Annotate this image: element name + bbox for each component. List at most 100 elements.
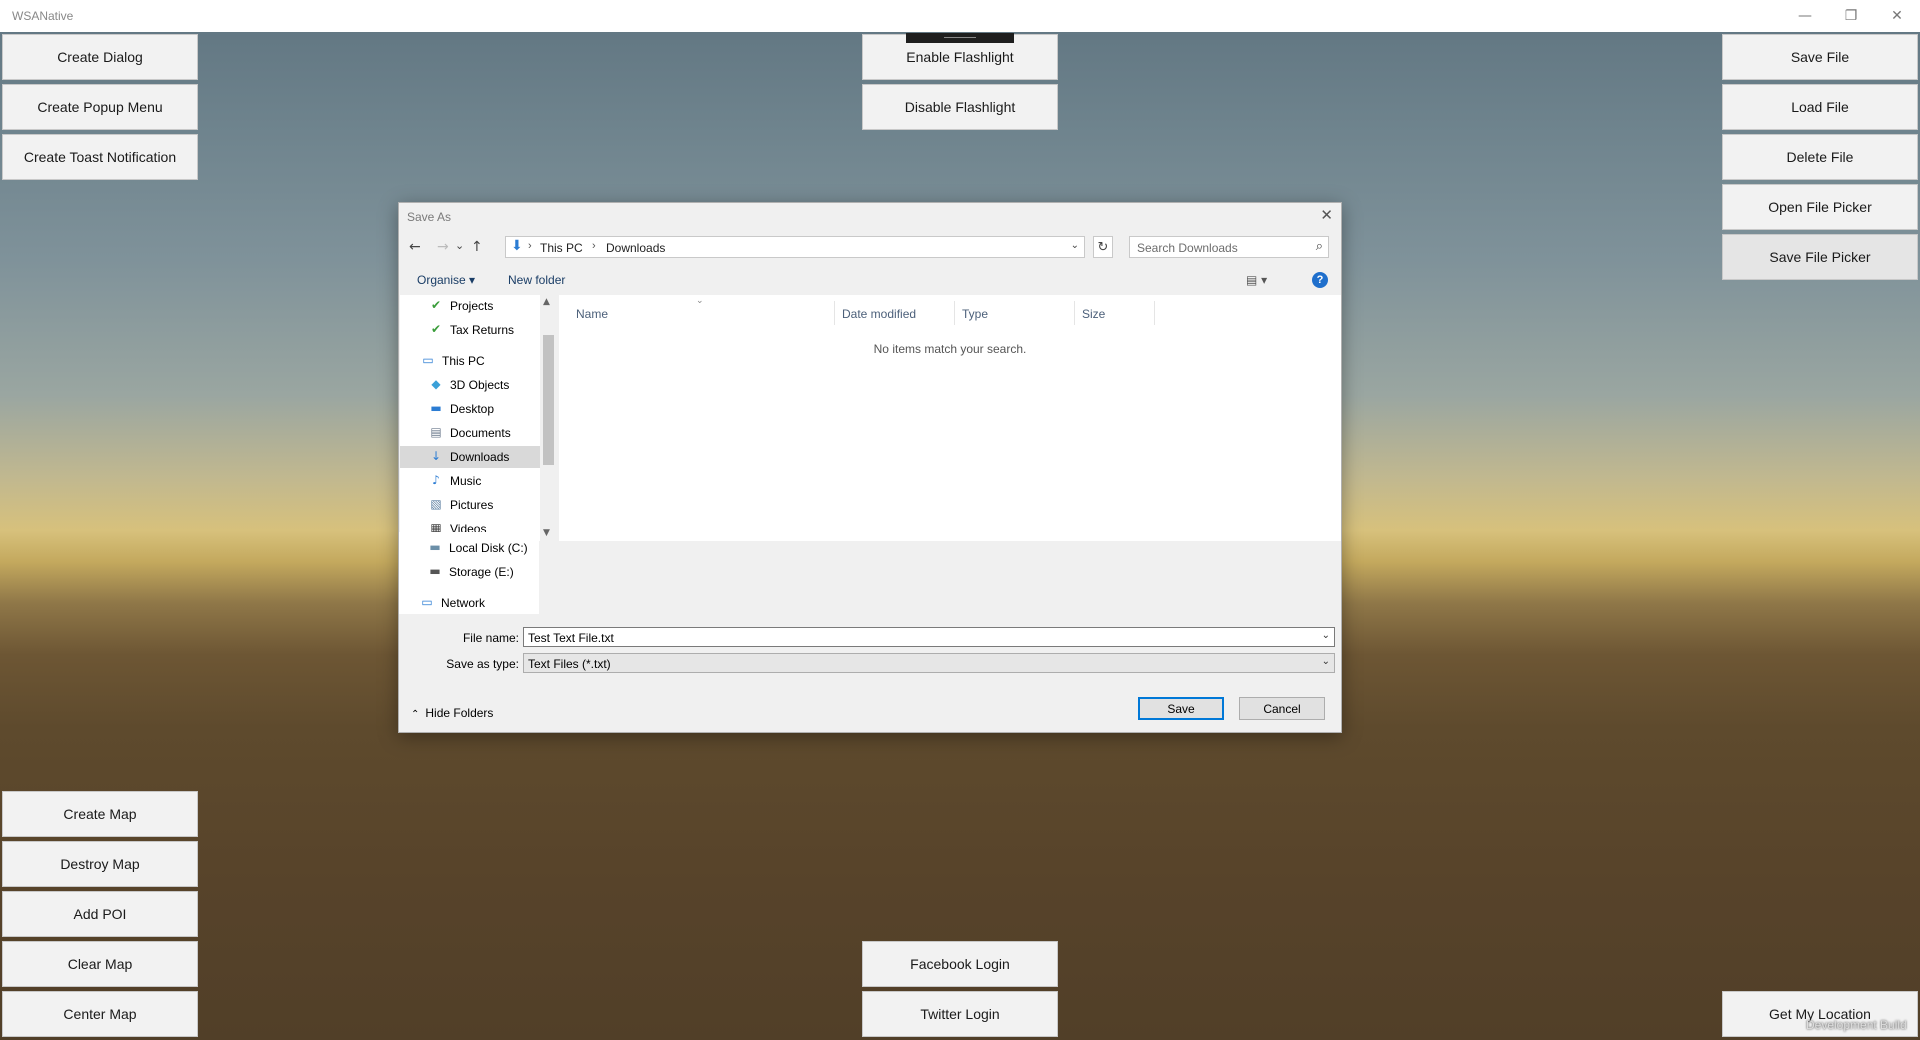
- save-button[interactable]: Save: [1138, 697, 1224, 720]
- scrollbar-thumb[interactable]: [543, 335, 554, 465]
- column-divider[interactable]: [954, 301, 955, 325]
- dialog-toolbar: Organise ▾ New folder: [399, 265, 1341, 293]
- sort-caret-icon: ⌄: [696, 296, 704, 306]
- nav-item-network[interactable]: ▭ Network: [399, 592, 539, 614]
- organise-menu[interactable]: Organise ▾: [417, 273, 475, 287]
- new-folder-button[interactable]: New folder: [508, 273, 565, 287]
- folder-sync-icon: ✔: [430, 322, 442, 336]
- search-placeholder: Search Downloads: [1137, 241, 1238, 255]
- refresh-icon[interactable]: ↻: [1093, 236, 1113, 258]
- folder-sync-icon: ✔: [430, 298, 442, 312]
- column-divider[interactable]: [1074, 301, 1075, 325]
- save-file-picker-button[interactable]: Save File Picker: [1722, 234, 1918, 280]
- up-arrow-icon[interactable]: ↑: [471, 239, 483, 255]
- navigation-scrollbar[interactable]: ▲ ▼: [540, 295, 557, 541]
- nav-item-label: Tax Returns: [450, 323, 515, 337]
- empty-results-message: No items match your search.: [873, 342, 1027, 356]
- nav-item-3d-objects[interactable]: ◆ 3D Objects: [400, 374, 540, 396]
- facebook-login-button[interactable]: Facebook Login: [862, 941, 1058, 987]
- close-window-button[interactable]: ✕: [1874, 0, 1920, 32]
- create-dialog-button[interactable]: Create Dialog: [2, 34, 198, 80]
- address-bar[interactable]: ⬇ › This PC › Downloads ⌄: [505, 236, 1085, 258]
- column-header-name[interactable]: Name: [576, 307, 608, 321]
- disk-icon: ▬: [429, 540, 441, 554]
- delete-file-button[interactable]: Delete File: [1722, 134, 1918, 180]
- address-dropdown-icon[interactable]: ⌄: [1071, 240, 1079, 251]
- chevron-up-icon: ⌃: [411, 709, 420, 720]
- file-list-pane[interactable]: ⌄ Name Date modified Type Size No items …: [559, 295, 1341, 541]
- recent-locations-icon[interactable]: ⌄: [455, 239, 464, 252]
- cube-icon: ◆: [431, 377, 441, 391]
- twitter-login-button[interactable]: Twitter Login: [862, 991, 1058, 1037]
- breadcrumb-this-pc[interactable]: This PC: [540, 241, 583, 255]
- file-name-value: Test Text File.txt: [528, 631, 614, 645]
- nav-item-this-pc[interactable]: ▭ This PC: [400, 350, 540, 372]
- create-popup-menu-button[interactable]: Create Popup Menu: [2, 84, 198, 130]
- flashlight-indicator-overlay: [906, 33, 1014, 43]
- nav-item-label: Network: [441, 596, 486, 610]
- app-title: WSANative: [12, 9, 74, 23]
- network-icon: ▭: [421, 595, 433, 609]
- nav-item-projects[interactable]: ✔ Projects: [400, 295, 540, 317]
- desktop-icon: ▬: [430, 401, 442, 415]
- save-as-type-label: Save as type:: [446, 657, 519, 671]
- save-as-type-select[interactable]: Text Files (*.txt) ⌄: [523, 653, 1335, 673]
- nav-item-label: Music: [450, 474, 482, 488]
- nav-item-documents[interactable]: ▤ Documents: [400, 422, 540, 444]
- restore-button[interactable]: ❐: [1828, 0, 1874, 32]
- destroy-map-button[interactable]: Destroy Map: [2, 841, 198, 887]
- dialog-close-icon[interactable]: ✕: [1320, 206, 1333, 224]
- nav-item-tax-returns[interactable]: ✔ Tax Returns: [400, 319, 540, 341]
- add-poi-button[interactable]: Add POI: [2, 891, 198, 937]
- nav-item-label: Local Disk (C:): [449, 541, 528, 555]
- chevron-down-icon[interactable]: ⌄: [1322, 656, 1330, 667]
- help-icon[interactable]: ?: [1312, 272, 1328, 288]
- clear-map-button[interactable]: Clear Map: [2, 941, 198, 987]
- column-header-date-modified[interactable]: Date modified: [842, 307, 916, 321]
- back-arrow-icon[interactable]: ←: [409, 239, 421, 255]
- create-toast-notification-button[interactable]: Create Toast Notification: [2, 134, 198, 180]
- nav-item-music[interactable]: ♪ Music: [400, 470, 540, 492]
- scroll-down-icon[interactable]: ▼: [543, 528, 550, 538]
- scroll-up-icon[interactable]: ▲: [543, 297, 550, 307]
- column-header-size[interactable]: Size: [1082, 307, 1105, 321]
- computer-icon: ▭: [422, 353, 434, 367]
- column-divider[interactable]: [1154, 301, 1155, 325]
- navigation-pane[interactable]: ✔ Projects ✔ Tax Returns ▭ This PC ◆ 3D …: [400, 295, 557, 541]
- minimize-button[interactable]: —: [1782, 0, 1828, 32]
- dialog-title: Save As: [407, 210, 452, 224]
- chevron-down-icon[interactable]: ⌄: [1322, 630, 1330, 641]
- column-divider[interactable]: [834, 301, 835, 325]
- nav-item-label: Documents: [450, 426, 511, 440]
- nav-item-label: Downloads: [450, 450, 510, 464]
- cancel-button[interactable]: Cancel: [1239, 697, 1325, 720]
- column-header-type[interactable]: Type: [962, 307, 988, 321]
- nav-item-local-disk[interactable]: ▬ Local Disk (C:): [399, 537, 539, 559]
- window-titlebar: WSANative — ❐ ✕: [0, 0, 1920, 32]
- nav-item-label: Pictures: [450, 498, 494, 512]
- center-map-button[interactable]: Center Map: [2, 991, 198, 1037]
- view-options-icon[interactable]: ▤ ▾: [1246, 273, 1267, 287]
- pictures-icon: ▧: [430, 497, 442, 511]
- create-map-button[interactable]: Create Map: [2, 791, 198, 837]
- save-file-button[interactable]: Save File: [1722, 34, 1918, 80]
- nav-item-desktop[interactable]: ▬ Desktop: [400, 398, 540, 420]
- forward-arrow-icon[interactable]: →: [437, 239, 449, 255]
- breadcrumb-downloads[interactable]: Downloads: [606, 241, 665, 255]
- nav-item-label: 3D Objects: [450, 378, 510, 392]
- save-as-dialog: Save As ✕ ← → ⌄ ↑ ⬇ › This PC › Download…: [398, 202, 1342, 733]
- load-file-button[interactable]: Load File: [1722, 84, 1918, 130]
- music-icon: ♪: [432, 473, 440, 487]
- nav-item-downloads[interactable]: ↓ Downloads: [400, 446, 540, 468]
- nav-item-storage[interactable]: ▬ Storage (E:): [399, 561, 539, 583]
- document-icon: ▤: [430, 425, 442, 439]
- open-file-picker-button[interactable]: Open File Picker: [1722, 184, 1918, 230]
- navigation-pane-lower[interactable]: ▬ Local Disk (C:) ▬ Storage (E:) ▭ Netwo…: [399, 532, 539, 614]
- file-name-field[interactable]: Test Text File.txt ⌄: [523, 627, 1335, 647]
- disable-flashlight-button[interactable]: Disable Flashlight: [862, 84, 1058, 130]
- nav-item-pictures[interactable]: ▧ Pictures: [400, 494, 540, 516]
- nav-item-label: Projects: [450, 299, 494, 313]
- search-input[interactable]: Search Downloads ⌕: [1129, 236, 1329, 258]
- nav-item-label: This PC: [442, 354, 485, 368]
- hide-folders-toggle[interactable]: ⌃ Hide Folders: [411, 706, 493, 720]
